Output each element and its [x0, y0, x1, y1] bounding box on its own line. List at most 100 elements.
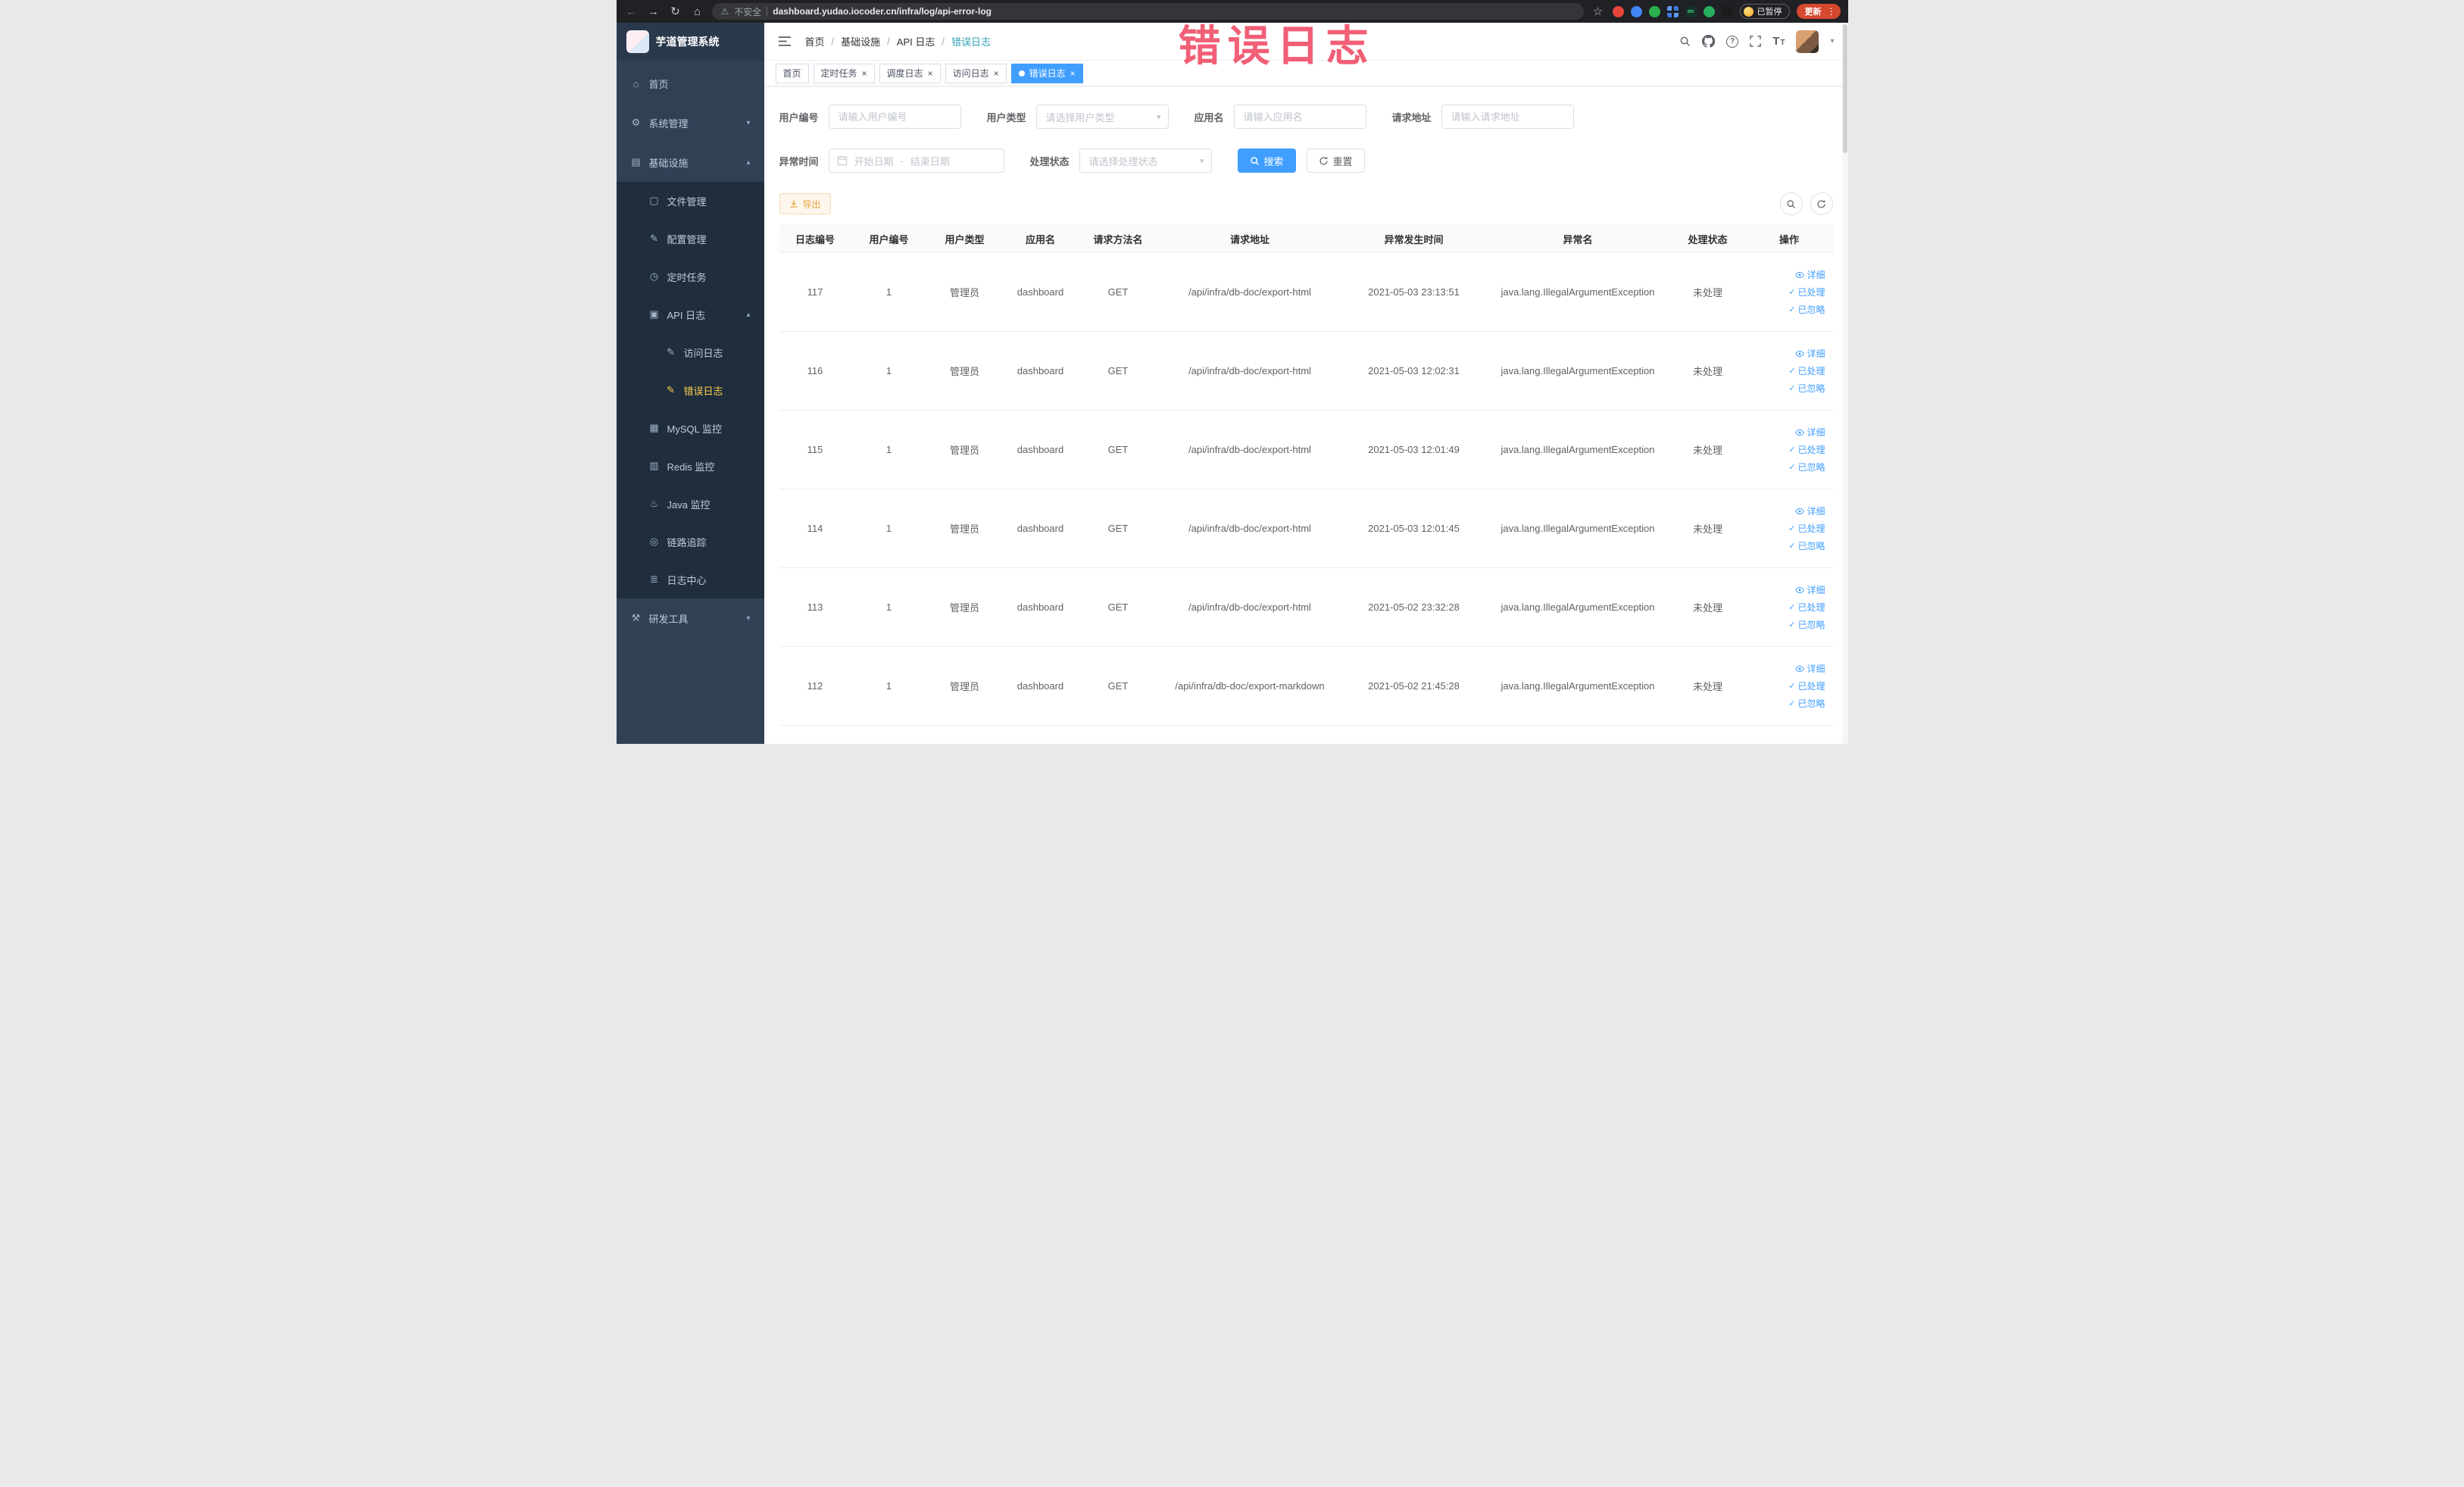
fullscreen-icon[interactable] [1750, 36, 1761, 47]
action-ignored[interactable]: ✓ 已忽略 [1788, 303, 1825, 316]
user-type-select[interactable]: 请选择用户类型 ▾ [1035, 105, 1169, 129]
reset-button[interactable]: 重置 [1306, 148, 1365, 173]
toggle-search-button[interactable] [1779, 192, 1803, 215]
breadcrumb-item[interactable]: 基础设施 / [841, 34, 897, 48]
extension-icon-green[interactable] [1648, 5, 1660, 17]
help-icon[interactable]: ? [1726, 35, 1739, 48]
column-header[interactable]: 异常发生时间 [1342, 232, 1486, 246]
close-icon[interactable]: × [928, 69, 933, 78]
action-processed[interactable]: ✓ 已处理 [1788, 364, 1825, 377]
browser-update-button[interactable]: 更新 ⋮ [1796, 4, 1841, 19]
tab[interactable]: 调度日志 × [879, 63, 941, 83]
scrollbar-thumb[interactable] [1842, 24, 1847, 153]
tab[interactable]: 错误日志 × [1010, 63, 1083, 83]
sidebar-item-api-log[interactable]: ▣ API 日志 ▴ [616, 295, 764, 333]
action-detail[interactable]: 详细 [1795, 347, 1825, 360]
action-detail[interactable]: 详细 [1795, 583, 1825, 596]
forward-icon[interactable]: → [646, 6, 661, 17]
close-icon[interactable]: × [1070, 69, 1076, 78]
exception-time-range-picker[interactable]: 开始日期 - 结束日期 [828, 148, 1004, 173]
sidebar-item-access-log[interactable]: ✎ 访问日志 [616, 333, 764, 371]
address-bar[interactable]: ⚠ 不安全 dashboard.yudao.iocoder.cn/infra/l… [711, 3, 1584, 20]
logo[interactable]: 芋道管理系统 [616, 23, 764, 61]
action-ignored[interactable]: ✓ 已忽略 [1788, 461, 1825, 473]
date-range-separator: - [900, 155, 904, 167]
bookmark-star-icon[interactable]: ☆ [1591, 6, 1606, 17]
sidebar-item-trace[interactable]: ◎ 链路追踪 [616, 523, 764, 561]
sidebar-item-file[interactable]: ▢ 文件管理 [616, 182, 764, 220]
close-icon[interactable]: × [994, 69, 999, 78]
sidebar-item-gear[interactable]: ⚙ 系统管理 ▾ [617, 103, 764, 142]
action-processed[interactable]: ✓ 已处理 [1788, 522, 1825, 535]
action-ignored[interactable]: ✓ 已忽略 [1788, 618, 1825, 631]
app-name-input[interactable] [1233, 105, 1366, 129]
request-url-input[interactable] [1441, 105, 1574, 129]
sidebar-item-tools[interactable]: ⚒ 研发工具 ▾ [617, 598, 764, 638]
sidebar-item-config[interactable]: ✎ 配置管理 [616, 220, 764, 258]
action-ignored[interactable]: ✓ 已忽略 [1788, 539, 1825, 552]
refresh-button[interactable] [1810, 192, 1833, 215]
column-header[interactable]: 请求地址 [1158, 232, 1342, 246]
column-header[interactable]: 应用名 [1003, 232, 1079, 246]
column-header[interactable]: 用户类型 [927, 232, 1003, 246]
browser-home-icon[interactable]: ⌂ [690, 6, 705, 17]
action-processed[interactable]: ✓ 已处理 [1788, 601, 1825, 614]
action-ignored[interactable]: ✓ 已忽略 [1788, 697, 1825, 710]
tab[interactable]: 定时任务 × [813, 63, 875, 83]
action-processed[interactable]: ✓ 已处理 [1788, 443, 1825, 456]
redis-icon: ▥ [649, 460, 659, 471]
kebab-menu-icon[interactable]: ⋮ [1827, 6, 1836, 17]
tab[interactable]: 首页 × [775, 63, 809, 83]
action-ignored[interactable]: ✓ 已忽略 [1788, 382, 1825, 395]
extension-icon-red[interactable] [1612, 5, 1624, 17]
action-processed[interactable]: ✓ 已处理 [1788, 679, 1825, 692]
column-header[interactable]: 处理状态 [1670, 232, 1746, 246]
extension-icon-paw[interactable] [1721, 5, 1733, 17]
export-button[interactable]: 导出 [779, 193, 831, 214]
font-size-icon[interactable]: T T [1772, 36, 1785, 47]
user-id-input[interactable] [828, 105, 961, 129]
sidebar-item-timer[interactable]: ◷ 定时任务 [616, 258, 764, 295]
sidebar-item-java[interactable]: ♨ Java 监控 [616, 485, 764, 523]
avatar-caret-icon[interactable]: ▾ [1830, 37, 1834, 45]
paused-extension-pill[interactable]: 已暂停 [1739, 4, 1790, 19]
cell-exception-time: 2021-05-03 12:01:49 [1368, 444, 1460, 455]
column-header[interactable]: 操作 [1746, 232, 1833, 246]
github-icon[interactable] [1702, 35, 1716, 48]
search-button[interactable]: 搜索 [1237, 148, 1296, 173]
action-detail[interactable]: 详细 [1795, 426, 1825, 439]
tab[interactable]: 访问日志 × [945, 63, 1007, 83]
window-scrollbar[interactable] [1841, 23, 1848, 744]
reload-icon[interactable]: ↻ [668, 6, 683, 17]
cell-method: GET [1107, 444, 1129, 455]
sidebar-item-redis[interactable]: ▥ Redis 监控 [616, 447, 764, 485]
sidebar-item-label: 系统管理 [648, 117, 689, 130]
column-header[interactable]: 用户编号 [851, 232, 927, 246]
sidebar-item-infrastructure[interactable]: ▤ 基础设施 ▴ [617, 142, 764, 182]
action-processed[interactable]: ✓ 已处理 [1788, 286, 1825, 298]
extension-icon-blue[interactable] [1630, 5, 1642, 17]
sidebar-item-home[interactable]: ⌂ 首页 [617, 64, 764, 103]
extension-icon-on-badge[interactable]: on [1685, 5, 1697, 17]
search-icon[interactable] [1679, 36, 1691, 47]
user-avatar[interactable] [1796, 30, 1819, 53]
breadcrumb-item[interactable]: 首页 / [805, 34, 842, 48]
action-detail[interactable]: 详细 [1795, 662, 1825, 675]
column-header[interactable]: 异常名 [1486, 232, 1670, 246]
process-status-select[interactable]: 请选择处理状态 ▾ [1079, 148, 1212, 173]
column-header[interactable]: 请求方法名 [1079, 232, 1158, 246]
close-icon[interactable]: × [862, 69, 867, 78]
column-header[interactable]: 日志编号 [779, 232, 851, 246]
sidebar-item-mysql[interactable]: ▦ MySQL 监控 [616, 409, 764, 447]
back-icon[interactable]: ← [624, 6, 639, 17]
sidebar-item-label: 配置管理 [667, 233, 707, 245]
extension-icon-leaf[interactable] [1703, 5, 1715, 17]
action-detail[interactable]: 详细 [1795, 268, 1825, 281]
breadcrumb-item[interactable]: API 日志 / [897, 34, 951, 48]
sidebar-item-log-center[interactable]: ≣ 日志中心 [616, 561, 764, 598]
hamburger-icon[interactable] [778, 36, 792, 47]
action-detail[interactable]: 详细 [1795, 505, 1825, 517]
sidebar-item-error-log[interactable]: ✎ 错误日志 [616, 371, 764, 409]
extensions-grid-icon[interactable] [1666, 5, 1679, 17]
breadcrumb-item[interactable]: 错误日志 / [951, 34, 991, 48]
